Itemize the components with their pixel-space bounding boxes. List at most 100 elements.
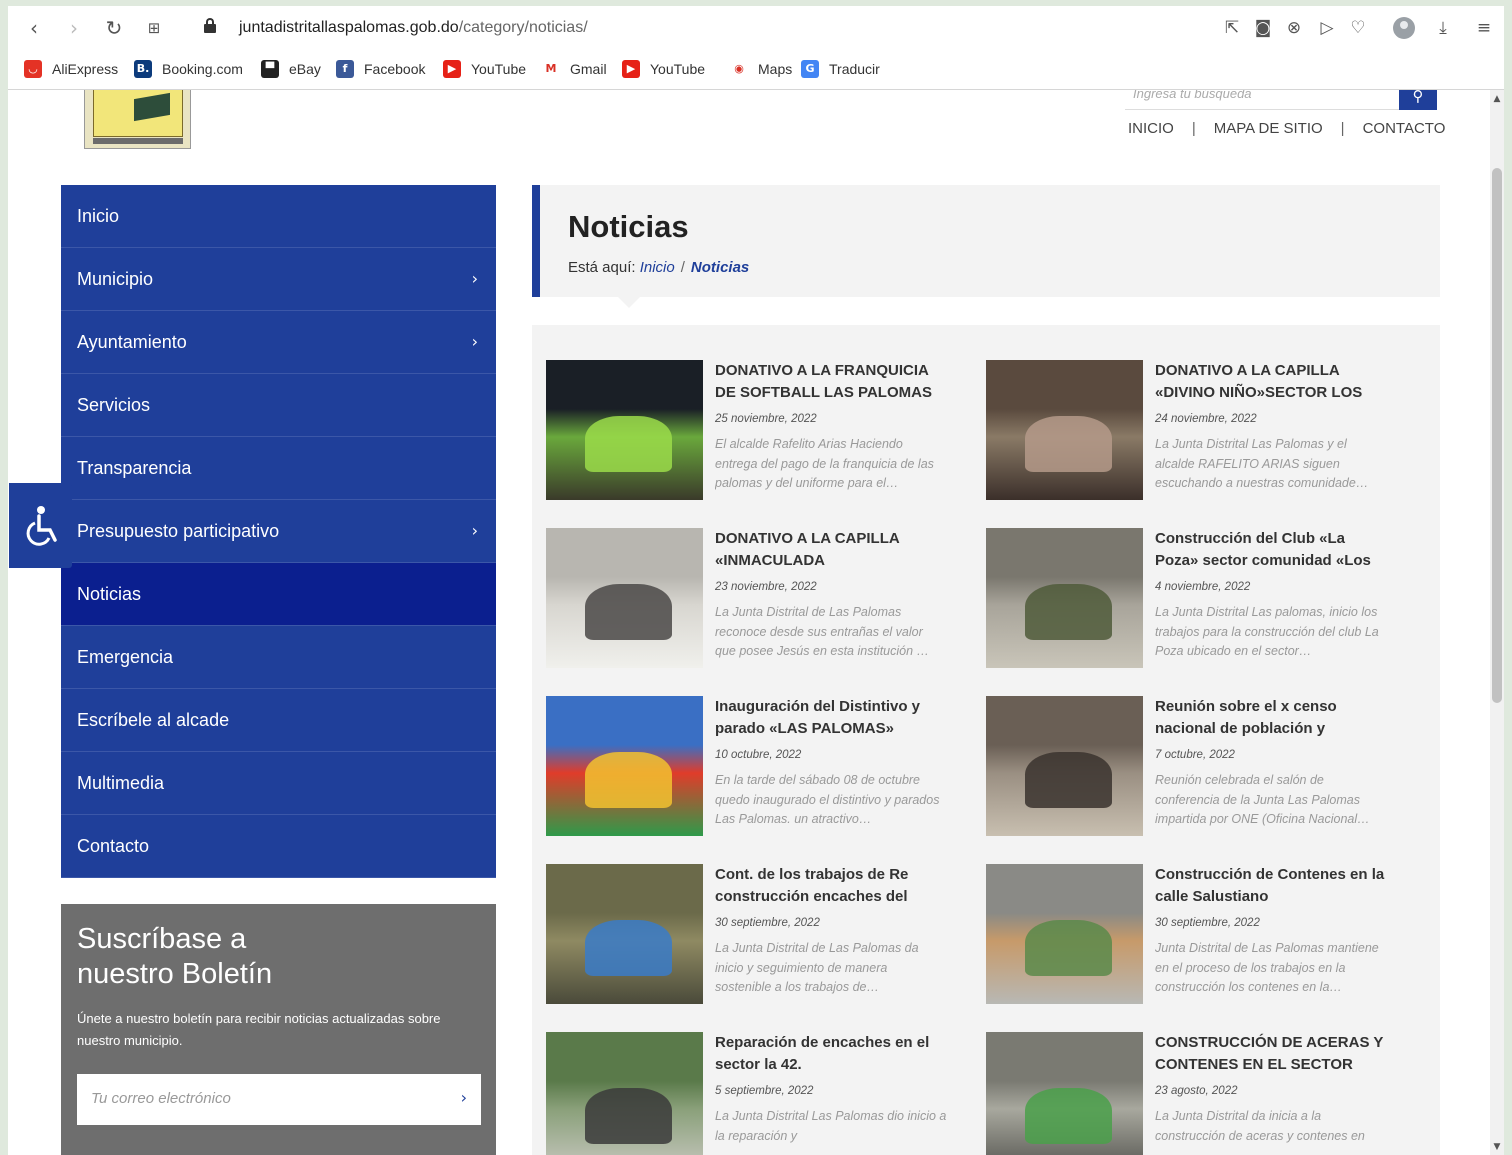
news-thumbnail[interactable] [986, 864, 1143, 1004]
news-thumbnail[interactable] [546, 864, 703, 1004]
bookmark-item[interactable]: ◉ Maps [730, 59, 792, 79]
news-body: Construcción de Contenes en la calle Sal… [1155, 864, 1387, 997]
news-title[interactable]: CONSTRUCCIÓN DE ACERAS Y CONTENES EN EL … [1155, 1032, 1387, 1076]
send-icon[interactable]: ▷ [1317, 18, 1337, 38]
news-title[interactable]: DONATIVO A LA CAPILLA «DIVINO NIÑO»SECTO… [1155, 360, 1387, 404]
news-excerpt: Junta Distrital de Las Palomas mantiene … [1155, 941, 1379, 994]
bookmark-favicon-icon: ▶ [622, 60, 640, 78]
news-thumbnail[interactable] [986, 696, 1143, 836]
sidebar-item[interactable]: Presupuesto participativo › [61, 500, 496, 563]
newsletter-email-input[interactable]: Tu correo electrónico › [77, 1074, 481, 1125]
sidebar-item[interactable]: Noticias [61, 563, 496, 626]
news-title[interactable]: DONATIVO A LA FRANQUICIA DE SOFTBALL LAS… [715, 360, 947, 404]
news-card[interactable]: Cont. de los trabajos de Re construcción… [546, 864, 966, 1004]
news-thumbnail[interactable] [986, 360, 1143, 500]
news-title[interactable]: Reparación de encaches en el sector la 4… [715, 1032, 947, 1076]
news-title[interactable]: Reunión sobre el x censo nacional de pob… [1155, 696, 1387, 740]
news-card[interactable]: DONATIVO A LA FRANQUICIA DE SOFTBALL LAS… [546, 360, 966, 500]
news-thumbnail[interactable] [986, 528, 1143, 668]
news-card[interactable]: Reunión sobre el x censo nacional de pob… [986, 696, 1406, 836]
news-card[interactable]: Construcción del Club «La Poza» sector c… [986, 528, 1406, 668]
news-body: Inauguración del Distintivo y parado «LA… [715, 696, 947, 829]
news-thumbnail[interactable] [986, 1032, 1143, 1155]
bookmark-item[interactable]: ▶ YouTube [622, 59, 705, 79]
news-thumbnail[interactable] [546, 1032, 703, 1155]
news-thumbnail[interactable] [546, 696, 703, 836]
heart-icon[interactable]: ♡ [1348, 18, 1368, 38]
search-button[interactable]: ⚲ [1399, 90, 1437, 110]
search-input[interactable]: Ingresa tu búsqueda [1125, 90, 1399, 110]
chevron-right-icon[interactable]: › [461, 1088, 467, 1107]
page-title: Noticias [568, 209, 689, 244]
bookmark-item[interactable]: ▶ YouTube [443, 59, 526, 79]
chevron-right-icon[interactable]: › [472, 311, 478, 373]
news-body: Cont. de los trabajos de Re construcción… [715, 864, 947, 997]
sidebar-item[interactable]: Contacto [61, 815, 496, 878]
news-date: 4 noviembre, 2022 [1155, 581, 1251, 593]
bookmark-label: YouTube [650, 61, 706, 77]
bookmark-item[interactable]: M Gmail [542, 59, 607, 79]
menu-icon[interactable]: ≡ [1474, 18, 1494, 38]
news-body: DONATIVO A LA CAPILLA «DIVINO NIÑO»SECTO… [1155, 360, 1387, 493]
bookmark-item[interactable]: ◡ AliExpress [24, 59, 118, 79]
bookmark-item[interactable]: ▀ eBay [261, 59, 321, 79]
topnav-inicio[interactable]: INICIO [1128, 120, 1174, 137]
sidebar-item-label: Escríbele al alcade [77, 710, 230, 730]
sidebar-item[interactable]: Escríbele al alcade [61, 689, 496, 752]
bookmark-item[interactable]: G Traducir [801, 59, 880, 79]
news-title[interactable]: Construcción de Contenes en la calle Sal… [1155, 864, 1387, 908]
apps-grid-icon[interactable]: ⊞ [142, 16, 166, 40]
sidebar-item[interactable]: Emergencia [61, 626, 496, 689]
news-title[interactable]: Inauguración del Distintivo y parado «LA… [715, 696, 947, 740]
topnav-contacto[interactable]: CONTACTO [1363, 120, 1446, 137]
news-thumbnail[interactable] [546, 528, 703, 668]
sidebar-item-label: Presupuesto participativo [77, 521, 280, 541]
sidebar-item[interactable]: Transparencia [61, 437, 496, 500]
download-icon[interactable]: ⤓ [1433, 18, 1453, 38]
scroll-thumb[interactable] [1492, 168, 1502, 703]
bookmark-item[interactable]: f Facebook [336, 59, 425, 79]
news-card[interactable]: CONSTRUCCIÓN DE ACERAS Y CONTENES EN EL … [986, 1032, 1406, 1155]
news-card[interactable]: Construcción de Contenes en la calle Sal… [986, 864, 1406, 1004]
forward-icon[interactable]: › [62, 16, 86, 40]
news-card[interactable]: DONATIVO A LA CAPILLA «INMACULADA 23 novi… [546, 528, 966, 668]
topnav-mapa-de-sitio[interactable]: MAPA DE SITIO [1214, 120, 1323, 137]
address-bar[interactable]: juntadistritallaspalomas.gob.do/category… [239, 19, 588, 37]
sidebar-item[interactable]: Multimedia [61, 752, 496, 815]
reload-icon[interactable]: ↻ [102, 16, 126, 40]
news-card[interactable]: Reparación de encaches en el sector la 4… [546, 1032, 966, 1155]
chevron-right-icon[interactable]: › [472, 500, 478, 562]
newsletter-email-placeholder: Tu correo electrónico [91, 1090, 231, 1107]
back-icon[interactable]: ‹ [22, 16, 46, 40]
news-body: Reparación de encaches en el sector la 4… [715, 1032, 947, 1155]
scroll-down-icon[interactable]: ▼ [1490, 1140, 1504, 1154]
bookmark-label: Booking.com [162, 61, 243, 77]
news-title[interactable]: DONATIVO A LA CAPILLA «INMACULADA [715, 528, 947, 572]
news-thumbnail[interactable] [546, 360, 703, 500]
accessibility-button[interactable] [9, 483, 72, 568]
bookmark-label: Facebook [364, 61, 426, 77]
sidebar-item[interactable]: Municipio › [61, 248, 496, 311]
news-title[interactable]: Cont. de los trabajos de Re construcción… [715, 864, 947, 908]
block-icon[interactable]: ⊗ [1284, 18, 1304, 38]
accessibility-icon [26, 506, 57, 546]
page-scrollbar[interactable]: ▲ ▼ [1490, 90, 1504, 1155]
sidebar-item[interactable]: Servicios [61, 374, 496, 437]
thumbnail-subject [1025, 1088, 1112, 1144]
profile-avatar[interactable] [1393, 17, 1415, 39]
scroll-up-icon[interactable]: ▲ [1490, 92, 1504, 106]
share-icon[interactable]: ⇱ [1222, 18, 1242, 38]
news-title[interactable]: Construcción del Club «La Poza» sector c… [1155, 528, 1387, 572]
bookmark-favicon-icon: f [336, 60, 354, 78]
sidebar-item[interactable]: Ayuntamiento › [61, 311, 496, 374]
thumbnail-subject [585, 584, 672, 640]
bookmark-item[interactable]: B. Booking.com [134, 59, 243, 79]
page-header: Noticias Está aquí: Inicio / Noticias [532, 185, 1440, 297]
site-logo[interactable] [84, 90, 191, 149]
camera-icon[interactable]: ◙ [1253, 18, 1273, 38]
sidebar-item[interactable]: Inicio [61, 185, 496, 248]
chevron-right-icon[interactable]: › [472, 248, 478, 310]
breadcrumb-home[interactable]: Inicio [640, 259, 675, 276]
news-card[interactable]: Inauguración del Distintivo y parado «LA… [546, 696, 966, 836]
news-card[interactable]: DONATIVO A LA CAPILLA «DIVINO NIÑO»SECTO… [986, 360, 1406, 500]
